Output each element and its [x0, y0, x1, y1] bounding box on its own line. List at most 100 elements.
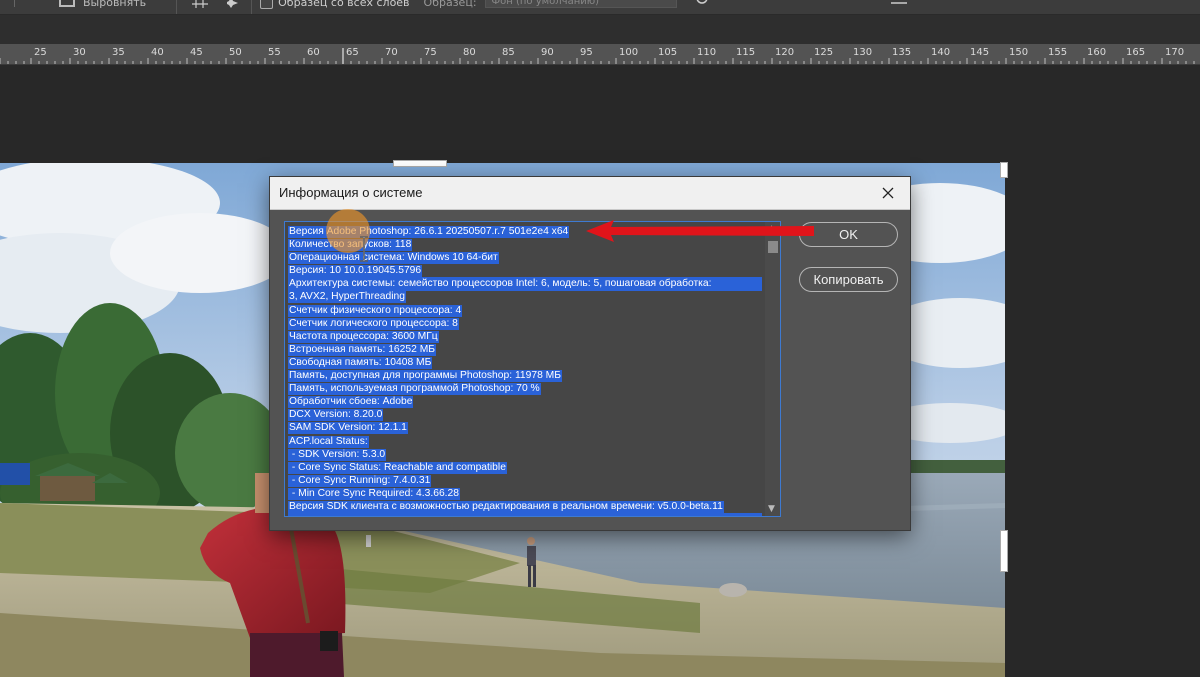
ruler-label: 25 [34, 47, 47, 58]
info-line: ACP.local Status: [288, 435, 764, 448]
toolbar-gap [0, 15, 1200, 44]
share-icon[interactable] [889, 0, 909, 8]
ruler-label: 135 [892, 47, 912, 58]
ruler-label: 140 [931, 47, 951, 58]
info-line: Счетчик физического процессора: 4 [288, 304, 764, 317]
info-line-text: Счетчик физического процессора: 4 [288, 304, 463, 317]
close-button[interactable] [866, 177, 910, 209]
ruler-label: 55 [268, 47, 281, 58]
options-bar: Выровнять Образец со всех слоев Образец:… [0, 0, 1200, 15]
info-line-text: Встроенная память: 16252 МБ [288, 343, 437, 356]
options-separator [251, 0, 253, 14]
copy-button[interactable]: Копировать [799, 267, 898, 292]
text-cursor-icon [360, 236, 368, 262]
vertical-scrollbar[interactable]: ▲ ▼ [765, 222, 780, 516]
align-label: Выровнять [83, 0, 147, 9]
horizontal-ruler[interactable]: 25 30 35 40 45 50 55 60 65 70 75 80 85 90 95 100 105 110 1… [0, 44, 1200, 65]
info-line: - Core Sync Running: 7.4.0.31 [288, 474, 764, 487]
sparkle-icon[interactable] [227, 0, 243, 8]
info-line: Архитектура системы: семейство процессор… [288, 277, 764, 292]
info-line-text: SAM SDK Version: 12.1.1 [288, 422, 408, 435]
ruler-label: 90 [541, 47, 554, 58]
dialog-titlebar[interactable]: Информация о системе [270, 177, 910, 210]
info-line: Версия: 10 10.0.19045.5796 [288, 264, 764, 278]
transform-handle-right[interactable] [1000, 530, 1008, 572]
ruler-label: 100 [619, 47, 639, 58]
info-line-text: Счетчик логического процессора: 8 [288, 317, 459, 330]
info-line: SAM SDK Version: 12.1.1 [288, 421, 764, 435]
sample-all-layers-label: Образец со всех слоев [278, 0, 410, 9]
ruler-label: 60 [307, 47, 320, 58]
ruler-label: 125 [814, 47, 834, 58]
ruler-label: 35 [112, 47, 125, 58]
ruler-label: 50 [229, 47, 242, 58]
dialog-title: Информация о системе [279, 185, 423, 200]
info-line: Память, используемая программой Photosho… [288, 382, 764, 396]
ruler-label: 160 [1087, 47, 1107, 58]
align-control[interactable]: Выровнять [59, 0, 147, 9]
info-line-text: Свободная память: 10408 МБ [288, 356, 433, 369]
checkbox-icon [260, 0, 274, 9]
info-line: Обработчик сбоев: Adobe [288, 395, 764, 409]
sample-all-layers-checkbox[interactable]: Образец со всех слоев [260, 0, 410, 9]
system-info-textarea[interactable]: Версия Adobe Photoshop: 26.6.1 20250507.… [284, 221, 781, 517]
ruler-label: 75 [424, 47, 437, 58]
close-icon [882, 187, 894, 199]
info-line-text: - Min Core Sync Required: 4.3.66.28 [288, 487, 460, 500]
info-line-text: Память, доступная для программы Photosho… [288, 370, 563, 383]
sample-dropdown[interactable]: Фон (по умолчанию) [484, 0, 677, 8]
grid-icon[interactable] [191, 0, 209, 8]
ruler-label: 130 [853, 47, 873, 58]
info-line: Память, доступная для программы Photosho… [288, 369, 764, 383]
info-line-text: Операционная система: Windows 10 64-бит [288, 252, 499, 265]
info-line-text: Версия SDK клиента с возможностью редакт… [288, 500, 724, 513]
ruler-label: 115 [736, 47, 756, 58]
annotation-arrow-icon [586, 220, 814, 242]
ruler-label: 40 [151, 47, 164, 58]
info-line-text: Обработчик сбоев: Adobe [288, 396, 414, 409]
info-line: Частота процессора: 3600 МГц [288, 330, 764, 343]
ruler-label: 95 [580, 47, 593, 58]
options-separator [176, 0, 178, 14]
info-line-text: ACP.local Status: [288, 435, 369, 448]
ruler-label: 30 [73, 47, 86, 58]
info-line-text: Версия: 10 10.0.19045.5796 [288, 265, 423, 278]
ruler-label: 105 [658, 47, 678, 58]
info-line: - Min Core Sync Required: 4.3.66.28 [288, 487, 764, 500]
ruler-label: 45 [190, 47, 203, 58]
ruler-label: 65 [346, 47, 359, 58]
transform-handle-top-right[interactable] [1000, 162, 1008, 178]
info-line: Версия SDK клиента с возможностью редакт… [288, 500, 764, 513]
ruler-label: 120 [775, 47, 795, 58]
ruler-label: 155 [1048, 47, 1068, 58]
info-line: - Core Sync Status: Reachable and compat… [288, 461, 764, 474]
info-line-partial [288, 513, 764, 516]
info-line-text: Память, используемая программой Photosho… [288, 383, 541, 396]
info-line-text: 3, AVX2, HyperThreading [288, 291, 407, 304]
ruler-label: 80 [463, 47, 476, 58]
info-line-text: Частота процессора: 3600 МГц [288, 330, 439, 343]
info-line-text: - Core Sync Status: Reachable and compat… [288, 461, 507, 474]
settings-icon[interactable] [695, 0, 709, 8]
info-line: DCX Version: 8.20.0 [288, 408, 764, 422]
info-line: Встроенная память: 16252 МБ [288, 343, 764, 356]
sample-label: Образец: [423, 0, 477, 9]
options-bar-left-cap [6, 0, 15, 8]
info-line: - SDK Version: 5.3.0 [288, 448, 764, 461]
info-line-text: Архитектура системы: семейство процессор… [288, 277, 762, 292]
ruler-label: 170 [1165, 47, 1185, 58]
align-icon [59, 0, 75, 7]
sample-label-text: Образец: [423, 0, 477, 9]
ruler-label: 70 [385, 47, 398, 58]
info-line-text: - SDK Version: 5.3.0 [288, 448, 387, 461]
transform-handle-top[interactable] [393, 160, 447, 167]
system-info-lines: Версия Adobe Photoshop: 26.6.1 20250507.… [288, 225, 764, 516]
sample-dropdown-value: Фон (по умолчанию) [484, 0, 677, 8]
info-line-text: DCX Version: 8.20.0 [288, 409, 384, 422]
ruler-label: 145 [970, 47, 990, 58]
ruler-label: 110 [697, 47, 717, 58]
scroll-down-icon[interactable]: ▼ [768, 504, 775, 514]
ruler-label: 85 [502, 47, 515, 58]
ruler-label: 150 [1009, 47, 1029, 58]
info-line: Счетчик логического процессора: 8 [288, 317, 764, 330]
